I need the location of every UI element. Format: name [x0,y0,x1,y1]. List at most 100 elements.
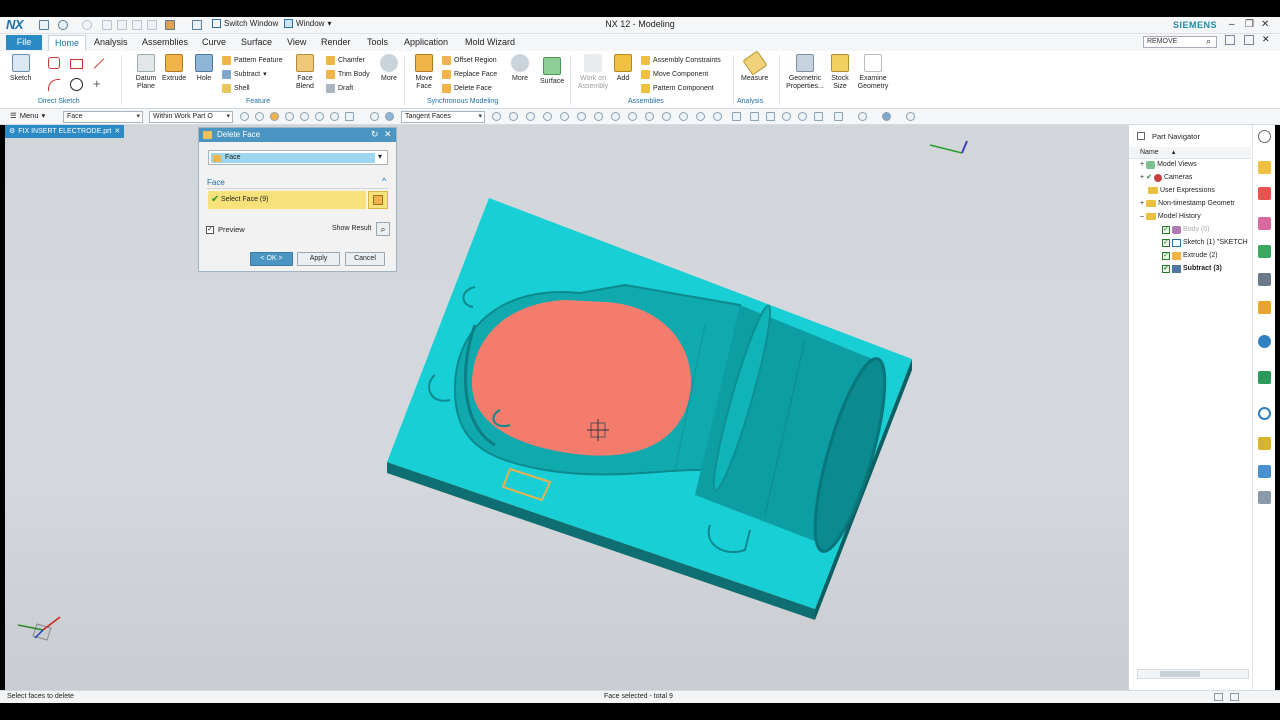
surface-button[interactable]: Surface [540,57,564,86]
tree-item[interactable]: User Expressions [1148,184,1215,197]
edit-section-icon[interactable] [858,112,867,121]
tab-application[interactable]: Application [398,35,454,50]
spline-icon[interactable] [48,57,60,69]
pattern-feature-button[interactable]: Pattern Feature [222,53,283,67]
assembly-navigator-icon[interactable] [1258,161,1271,174]
system-scenes-icon[interactable] [1258,491,1271,504]
fit-icon[interactable] [750,112,759,121]
tab-render[interactable]: Render [315,35,357,50]
ribbon-options-icon[interactable] [1225,35,1235,45]
snap-curve-icon[interactable] [594,112,603,121]
deselect-icon[interactable] [255,112,264,121]
checkbox-checked-icon[interactable]: ✓ [1162,238,1170,247]
snap-tangent-icon[interactable] [645,112,654,121]
snap-face-icon[interactable] [662,112,671,121]
pattern-component-button[interactable]: Pattern Component [641,81,714,95]
tree-item[interactable]: ✓ Body (0) [1162,223,1209,236]
orient-view-icon[interactable] [814,112,823,121]
navigator-pin-icon[interactable] [1137,132,1145,140]
part-navigator-icon[interactable] [1258,217,1271,230]
hd3d-tools-icon[interactable] [1258,273,1271,286]
snap-icon[interactable] [285,112,294,121]
tab-tools[interactable]: Tools [361,35,394,50]
tab-surface[interactable]: Surface [235,35,278,50]
rendering-style-icon[interactable] [834,112,843,121]
snap-intersection-icon[interactable] [543,112,552,121]
settings-gear-icon[interactable] [1258,130,1271,143]
clock-icon[interactable] [1258,407,1271,420]
delete-face-dialog[interactable]: Delete Face ↻ ✕ Face ▾ Face ^ Select Fac… [198,127,397,272]
tree-item[interactable]: + Non-timestamp Geometr [1140,197,1235,210]
model-view[interactable] [5,125,1128,690]
roles-icon[interactable] [1258,465,1271,478]
face-blend-button[interactable]: Face Blend [291,54,319,91]
rotate-icon[interactable] [782,112,791,121]
show-result-button[interactable]: ⌕ [376,222,390,236]
feature-more-button[interactable]: More [380,54,398,83]
rectangle-select-icon[interactable] [345,112,354,121]
checkbox-checked-icon[interactable]: ✓ [1162,251,1170,260]
part-navigator[interactable]: Part Navigator Name ▲ + Model Views + ✔ … [1128,125,1252,690]
zoom-icon[interactable] [766,112,775,121]
line-icon[interactable] [93,58,105,69]
snap-point-icon[interactable] [611,112,620,121]
restore-button[interactable]: ❐ [1245,19,1254,30]
selection-scope-dropdown[interactable]: Within Work Part O [149,111,233,123]
tree-item[interactable]: ✓ Subtract (3) [1162,262,1222,275]
tab-view[interactable]: View [281,35,312,50]
chevron-up-icon[interactable]: ^ [382,176,386,186]
constraint-navigator-icon[interactable] [1258,187,1271,200]
geometric-properties-button[interactable]: Geometric Properties... [785,54,825,91]
offset-region-button[interactable]: Offset Region [442,53,497,67]
select-all-icon[interactable] [240,112,249,121]
menu-button[interactable]: ☰ Menu ▾ [10,111,45,120]
move-component-button[interactable]: Move Component [641,67,708,81]
move-face-button[interactable]: Move Face [413,54,435,91]
shell-button[interactable]: Shell [222,81,250,95]
face-section-header[interactable]: Face [207,178,225,187]
sketch-button[interactable]: Sketch [10,54,31,83]
reset-icon[interactable]: ↻ [371,129,379,140]
snap-quadrant-icon[interactable] [577,112,586,121]
arc-icon[interactable] [48,79,60,91]
tree-item[interactable]: ✓ Sketch (1) "SKETCH [1162,236,1248,249]
cancel-button[interactable]: Cancel [345,252,385,266]
feature-filter-icon[interactable] [270,112,279,121]
datum-plane-button[interactable]: Datum Plane [131,54,161,91]
sketch-filter-icon[interactable] [300,112,309,121]
status-options-icon[interactable] [1230,693,1239,701]
pan-icon[interactable] [798,112,807,121]
snap-control-icon[interactable] [526,112,535,121]
stock-size-button[interactable]: Stock Size [829,54,851,91]
full-screen-icon[interactable] [1214,693,1223,701]
selected-face[interactable] [471,300,692,456]
tree-item[interactable]: – Model History [1140,210,1201,223]
tab-analysis[interactable]: Analysis [88,35,134,50]
sync-more-button[interactable]: More [511,54,529,83]
tree-item[interactable]: ✓ Extrude (2) [1162,249,1218,262]
tab-file[interactable]: File [6,35,42,50]
type-filter-dropdown[interactable]: Face [63,111,143,123]
tab-home[interactable]: Home [48,35,87,50]
history-icon[interactable] [1258,335,1271,348]
component-filter-icon[interactable] [330,112,339,121]
tree-item[interactable]: + Model Views [1140,158,1197,171]
select-face-button[interactable] [368,191,388,209]
tab-assemblies[interactable]: Assemblies [136,35,194,50]
checkbox-checked-icon[interactable]: ✓ [1162,264,1170,273]
tree-item[interactable]: + ✔ Cameras [1140,171,1192,184]
apply-button[interactable]: Apply [297,252,340,266]
system-materials-icon[interactable] [1258,371,1271,384]
draft-button[interactable]: Draft [326,81,353,95]
close-icon[interactable]: ✕ [384,129,392,140]
web-browser-icon[interactable] [1258,301,1271,314]
process-studio-icon[interactable] [1258,437,1271,450]
assembly-constraints-button[interactable]: Assembly Constraints [641,53,721,67]
select-face-field[interactable]: Select Face (9) [208,191,366,209]
reuse-library-icon[interactable] [1258,245,1271,258]
close-part-icon[interactable]: ✕ [1262,34,1270,45]
scroll-thumb[interactable] [1160,671,1200,677]
rectangle-icon[interactable] [70,59,83,69]
subtract-button[interactable]: Subtract ▾ [222,67,267,81]
replace-face-button[interactable]: Replace Face [442,67,497,81]
